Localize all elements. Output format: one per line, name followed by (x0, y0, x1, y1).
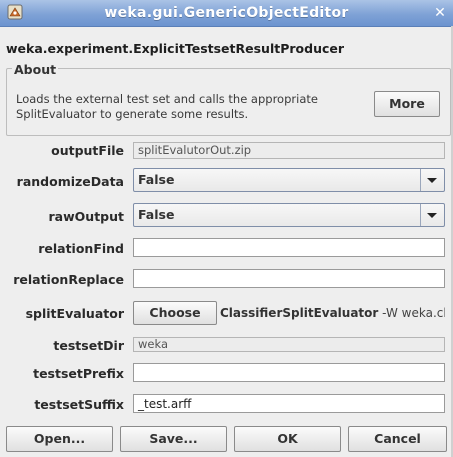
title-bar[interactable]: weka.gui.GenericObjectEditor ✕ (0, 0, 453, 27)
randomizedata-value: False (138, 172, 175, 187)
save-button[interactable]: Save... (120, 426, 227, 452)
outputfile-label: outputFile (51, 143, 124, 158)
splitevaluator-summary[interactable]: ClassifierSplitEvaluator -W weka.cla (220, 301, 445, 325)
chevron-down-icon[interactable] (420, 169, 444, 191)
rawoutput-label: rawOutput (48, 209, 124, 224)
relationreplace-input[interactable] (133, 269, 445, 288)
testsetdir-value: weka (138, 337, 168, 351)
testsetdir-label: testsetDir (53, 338, 124, 353)
open-button[interactable]: Open... (6, 426, 113, 452)
testsetprefix-input[interactable] (133, 363, 445, 382)
ok-button[interactable]: OK (234, 426, 341, 452)
splitevaluator-options: -W weka.cla (382, 306, 445, 320)
splitevaluator-class: ClassifierSplitEvaluator (220, 306, 379, 320)
outputfile-field[interactable]: splitEvalutorOut.zip (133, 142, 445, 159)
relationreplace-label: relationReplace (13, 272, 124, 287)
rawoutput-value: False (138, 207, 175, 222)
randomizedata-combo[interactable]: False (133, 168, 445, 192)
cancel-button[interactable]: Cancel (348, 426, 447, 452)
outputfile-value: splitEvalutorOut.zip (138, 143, 252, 157)
about-legend: About (12, 62, 59, 77)
relationfind-label: relationFind (38, 241, 124, 256)
about-description: Loads the external test set and calls th… (16, 92, 318, 121)
splitevaluator-label: splitEvaluator (25, 306, 124, 321)
randomizedata-label: randomizeData (16, 174, 124, 189)
window-title: weka.gui.GenericObjectEditor (104, 5, 349, 21)
choose-button[interactable]: Choose (133, 301, 217, 325)
class-name: weka.experiment.ExplicitTestsetResultPro… (6, 41, 345, 56)
generic-object-editor-window: weka.gui.GenericObjectEditor ✕ weka.expe… (0, 0, 453, 457)
rawoutput-combo[interactable]: False (133, 203, 445, 227)
more-button[interactable]: More (374, 91, 440, 117)
testsetsuffix-input[interactable]: _test.arff (133, 394, 445, 413)
close-icon[interactable]: ✕ (430, 3, 450, 23)
testsetsuffix-label: testsetSuffix (34, 397, 124, 412)
testsetprefix-label: testsetPrefix (33, 366, 124, 381)
testsetdir-field[interactable]: weka (133, 337, 445, 352)
testsetsuffix-value: _test.arff (138, 397, 192, 411)
relationfind-input[interactable] (133, 238, 445, 257)
chevron-down-icon[interactable] (420, 204, 444, 226)
